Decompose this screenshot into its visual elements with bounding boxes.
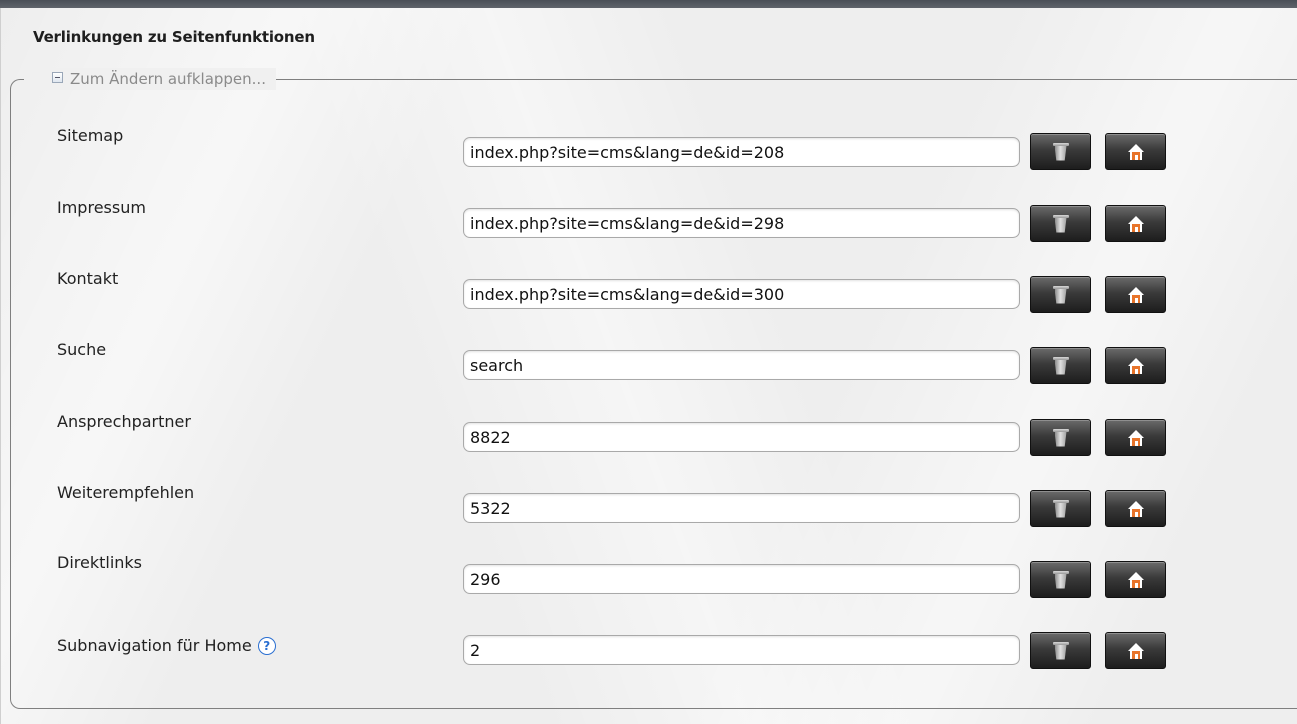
house-icon: [1127, 571, 1144, 588]
home-button[interactable]: [1105, 632, 1166, 669]
row-label-impressum: Impressum: [57, 198, 146, 217]
row-label-ansprechpartner: Ansprechpartner: [57, 412, 191, 431]
label-text: Direktlinks: [57, 553, 143, 572]
home-button[interactable]: [1105, 276, 1166, 313]
house-icon: [1127, 143, 1144, 160]
delete-button[interactable]: [1030, 561, 1091, 598]
label-text: Subnavigation für Home: [57, 636, 252, 655]
house-icon: [1127, 429, 1144, 446]
label-text: Suche: [57, 340, 107, 359]
trash-icon: [1052, 285, 1069, 304]
kontakt-input[interactable]: [463, 279, 1020, 309]
label-text: Weiterempfehlen: [57, 483, 195, 502]
delete-button[interactable]: [1030, 133, 1091, 170]
row-label-kontakt: Kontakt: [57, 269, 118, 288]
delete-button[interactable]: [1030, 205, 1091, 242]
row-label-suche: Suche: [57, 340, 106, 359]
direktlinks-input[interactable]: [463, 564, 1020, 594]
weiterempfehlen-input[interactable]: [463, 493, 1020, 523]
home-button[interactable]: [1105, 419, 1166, 456]
section-title: Verlinkungen zu Seitenfunktionen: [33, 28, 315, 46]
legend-text[interactable]: Zum Ändern aufklappen...: [70, 70, 266, 88]
trash-icon: [1052, 570, 1069, 589]
label-text: Ansprechpartner: [57, 412, 191, 431]
house-icon: [1127, 642, 1144, 659]
delete-button[interactable]: [1030, 276, 1091, 313]
delete-button[interactable]: [1030, 419, 1091, 456]
label-text: Impressum: [57, 198, 146, 217]
trash-icon: [1052, 142, 1069, 161]
impressum-input[interactable]: [463, 208, 1020, 238]
sitemap-input[interactable]: [463, 137, 1020, 167]
trash-icon: [1052, 641, 1069, 660]
home-button[interactable]: [1105, 347, 1166, 384]
top-bar: [0, 0, 1297, 8]
label-text: Kontakt: [57, 269, 119, 288]
home-button[interactable]: [1105, 561, 1166, 598]
row-label-direktlinks: Direktlinks: [57, 553, 142, 572]
trash-icon: [1052, 214, 1069, 233]
home-button[interactable]: [1105, 133, 1166, 170]
row-label-weiterempfehlen: Weiterempfehlen: [57, 483, 194, 502]
trash-icon: [1052, 428, 1069, 447]
row-label-sitemap: Sitemap: [57, 126, 123, 145]
subnavigation-input[interactable]: [463, 635, 1020, 665]
delete-button[interactable]: [1030, 490, 1091, 527]
label-text: Sitemap: [57, 126, 124, 145]
house-icon: [1127, 286, 1144, 303]
suche-input[interactable]: [463, 350, 1020, 380]
minus-box-icon[interactable]: [52, 72, 63, 83]
trash-icon: [1052, 499, 1069, 518]
home-button[interactable]: [1105, 205, 1166, 242]
delete-button[interactable]: [1030, 347, 1091, 384]
trash-icon: [1052, 356, 1069, 375]
row-label-subnavigation: Subnavigation für Home ?: [57, 636, 276, 655]
fieldset-frame: [10, 79, 1297, 709]
help-icon[interactable]: ?: [257, 636, 276, 655]
house-icon: [1127, 357, 1144, 374]
delete-button[interactable]: [1030, 632, 1091, 669]
home-button[interactable]: [1105, 490, 1166, 527]
ansprechpartner-input[interactable]: [463, 422, 1020, 452]
fieldset-legend[interactable]: Zum Ändern aufklappen...: [24, 68, 276, 90]
house-icon: [1127, 215, 1144, 232]
house-icon: [1127, 500, 1144, 517]
